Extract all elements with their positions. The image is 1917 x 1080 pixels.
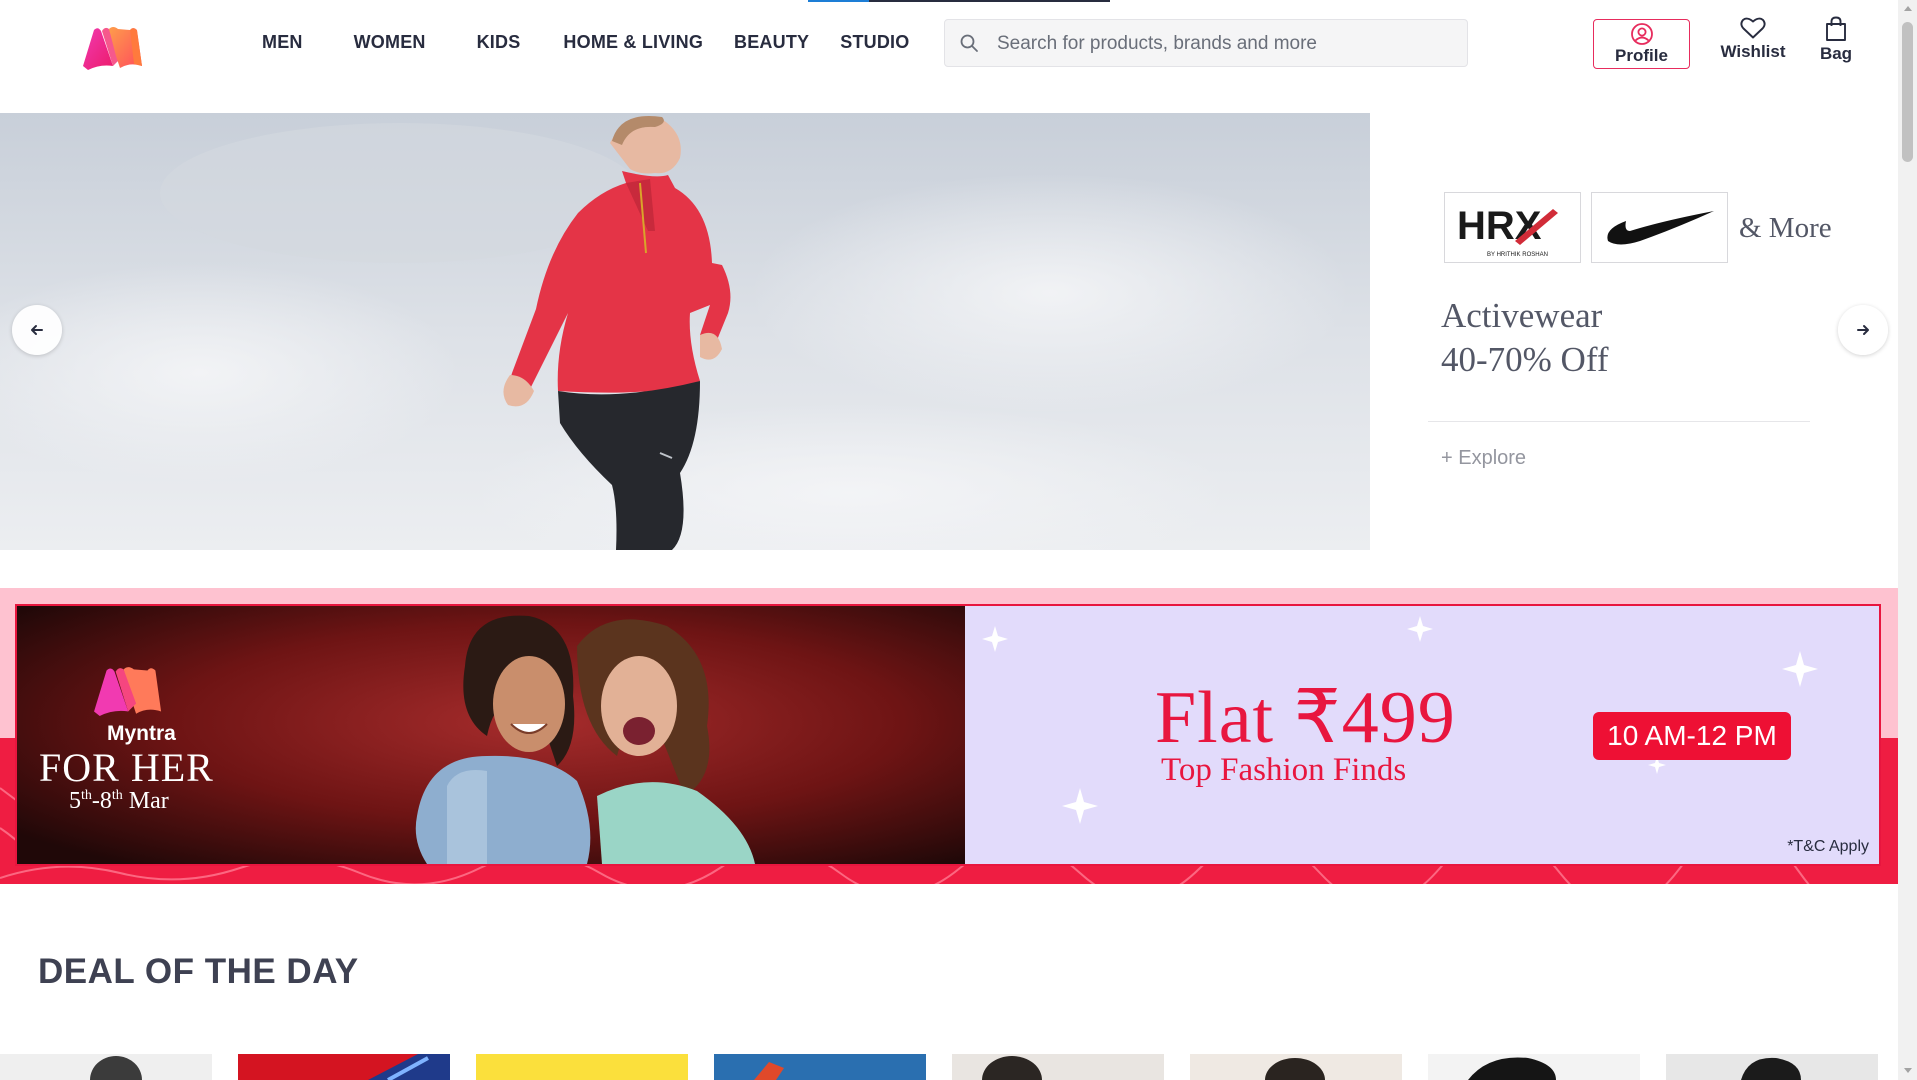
- nav-hover-indicator: [808, 0, 1110, 2]
- myntra-promo-logo-icon: [94, 667, 162, 716]
- hero-divider: [1428, 421, 1810, 422]
- sparkle-icon: [1062, 788, 1098, 824]
- deal-of-the-day-title: DEAL OF THE DAY: [38, 952, 359, 991]
- nav-studio[interactable]: STUDIO: [840, 32, 909, 53]
- hero-banner-image[interactable]: [0, 113, 1370, 550]
- sparkle-icon: [982, 626, 1008, 652]
- date-month: Mar: [122, 788, 169, 814]
- bag-button[interactable]: Bag: [1818, 16, 1854, 64]
- runner-photo: [0, 113, 1370, 550]
- deal-card[interactable]: [952, 1054, 1164, 1080]
- bag-label: Bag: [1819, 44, 1853, 63]
- promo-left-panel: Myntra FOR HER 5th-8th Mar: [17, 606, 965, 864]
- arrow-left-icon: [31, 325, 43, 335]
- search-input[interactable]: [995, 20, 1459, 68]
- scroll-up-arrow[interactable]: [1904, 6, 1912, 11]
- page-scrollbar[interactable]: [1898, 0, 1917, 1080]
- deal-card[interactable]: [0, 1054, 212, 1080]
- carousel-next-button[interactable]: [1838, 305, 1888, 355]
- nike-swoosh-icon: [1607, 211, 1714, 245]
- scroll-down-arrow[interactable]: [1904, 1068, 1912, 1073]
- nav-beauty[interactable]: BEAUTY: [734, 32, 809, 53]
- hero-title-line1: Activewear: [1441, 296, 1603, 335]
- search-bar[interactable]: [944, 19, 1468, 68]
- nav-men[interactable]: MEN: [262, 32, 303, 53]
- date-end: 8: [99, 788, 112, 814]
- date-separator: -: [91, 788, 100, 814]
- search-icon: [960, 34, 978, 52]
- more-brands-text: & More: [1739, 212, 1832, 244]
- deal-card[interactable]: [238, 1054, 450, 1080]
- hero-title-line2: 40-70% Off: [1441, 340, 1609, 379]
- deal-card[interactable]: [1190, 1054, 1402, 1080]
- for-her-title: FOR HER: [39, 745, 214, 790]
- nav-kids[interactable]: KIDS: [477, 32, 521, 53]
- date-start-suffix: th: [81, 788, 92, 803]
- deal-card[interactable]: [714, 1054, 926, 1080]
- hrx-brand-logo[interactable]: HRX BY HRITHIK ROSHAN: [1444, 192, 1581, 263]
- deal-card[interactable]: [1666, 1054, 1878, 1080]
- carousel-prev-button[interactable]: [12, 305, 62, 355]
- heart-icon: [1740, 17, 1766, 39]
- main-nav: MEN WOMEN KIDS HOME & LIVING BEAUTY STUD…: [262, 32, 909, 53]
- arrow-right-icon: [1857, 325, 1869, 335]
- profile-button[interactable]: Profile: [1593, 19, 1690, 69]
- wishlist-button[interactable]: Wishlist: [1718, 16, 1788, 62]
- user-icon: [1630, 23, 1653, 45]
- wishlist-label: Wishlist: [1720, 42, 1786, 61]
- bag-icon: [1826, 16, 1846, 41]
- profile-label: Profile: [1615, 46, 1668, 65]
- nav-home-living[interactable]: HOME & LIVING: [563, 32, 703, 53]
- hero-title: Activewear 40-70% Off: [1441, 294, 1609, 382]
- deal-card[interactable]: [476, 1054, 688, 1080]
- hrx-logo-text: HRX: [1457, 204, 1542, 248]
- for-her-promo-card[interactable]: Myntra FOR HER 5th-8th Mar Flat ₹499 Top…: [15, 604, 1881, 866]
- site-header: MEN WOMEN KIDS HOME & LIVING BEAUTY STUD…: [0, 0, 1898, 112]
- terms-note: *T&C Apply: [1787, 838, 1869, 855]
- explore-link[interactable]: + Explore: [1441, 447, 1526, 470]
- date-end-suffix: th: [111, 788, 123, 803]
- promo-brand-name: Myntra: [107, 722, 176, 745]
- sparkle-icon: [1407, 616, 1433, 642]
- nike-brand-logo[interactable]: [1591, 192, 1728, 263]
- flat-price-offer: Flat ₹499: [1155, 677, 1456, 759]
- promo-right-panel: Flat ₹499 Top Fashion Finds 10 AM-12 PM …: [965, 606, 1879, 864]
- deal-card[interactable]: [1428, 1054, 1640, 1080]
- nav-women[interactable]: WOMEN: [354, 32, 426, 53]
- scroll-thumb[interactable]: [1902, 22, 1913, 162]
- myntra-logo-icon[interactable]: [80, 26, 144, 70]
- sparkle-icon: [1782, 651, 1818, 687]
- date-start: 5: [69, 788, 81, 814]
- hrx-tagline: BY HRITHIK ROSHAN: [1487, 252, 1548, 258]
- offer-subtitle: Top Fashion Finds: [1161, 752, 1407, 788]
- promo-dates: 5th-8th Mar: [69, 788, 169, 815]
- time-badge: 10 AM-12 PM: [1593, 712, 1791, 760]
